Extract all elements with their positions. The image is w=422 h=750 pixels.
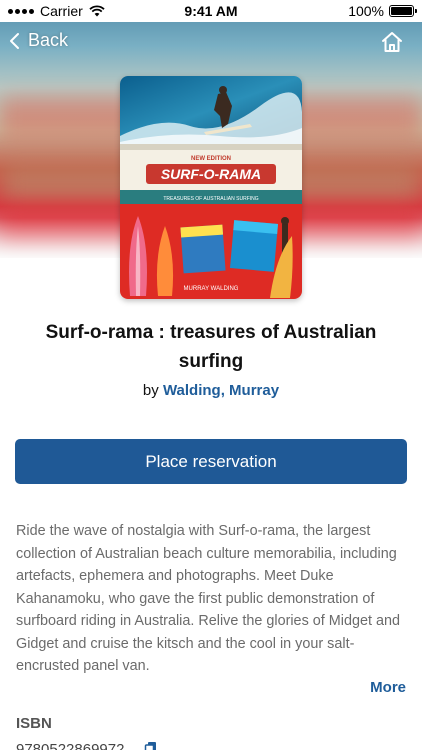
byline: by Walding, Murray (0, 382, 422, 399)
book-description: Ride the wave of nostalgia with Surf-o-r… (16, 523, 400, 674)
by-prefix: by (142, 382, 159, 399)
battery-fill (391, 7, 412, 15)
cover-wordmark: SURF-O-RAMA (161, 166, 261, 182)
cover-author: MURRAY WALDING (184, 286, 239, 292)
book-title: Surf-o-rama : treasures of Australian su… (45, 322, 377, 372)
author-link[interactable]: Walding, Murray (163, 382, 279, 399)
cover-edition: NEW EDITION (191, 156, 231, 162)
chevron-left-icon (10, 32, 19, 49)
status-right: 100% (348, 3, 417, 19)
back-label: Back (28, 30, 69, 50)
isbn-label: ISBN (16, 715, 52, 732)
back-button[interactable]: Back (8, 30, 68, 51)
place-reservation-button[interactable]: Place reservation (15, 439, 407, 484)
book-cover-image: NEW EDITION SURF-O-RAMA TREASURES OF AUS… (120, 76, 302, 299)
home-icon[interactable] (380, 30, 404, 54)
isbn-value: 9780522869972 (16, 741, 125, 750)
status-bar: Carrier 9:41 AM 100% (0, 0, 422, 22)
more-link[interactable]: More (370, 679, 406, 696)
book-cover[interactable]: NEW EDITION SURF-O-RAMA TREASURES OF AUS… (120, 76, 302, 299)
copy-icon[interactable] (144, 741, 158, 750)
cover-subtitle: TREASURES OF AUSTRALIAN SURFING (163, 196, 258, 202)
battery-percent: 100% (348, 3, 384, 19)
battery-icon (389, 5, 417, 17)
